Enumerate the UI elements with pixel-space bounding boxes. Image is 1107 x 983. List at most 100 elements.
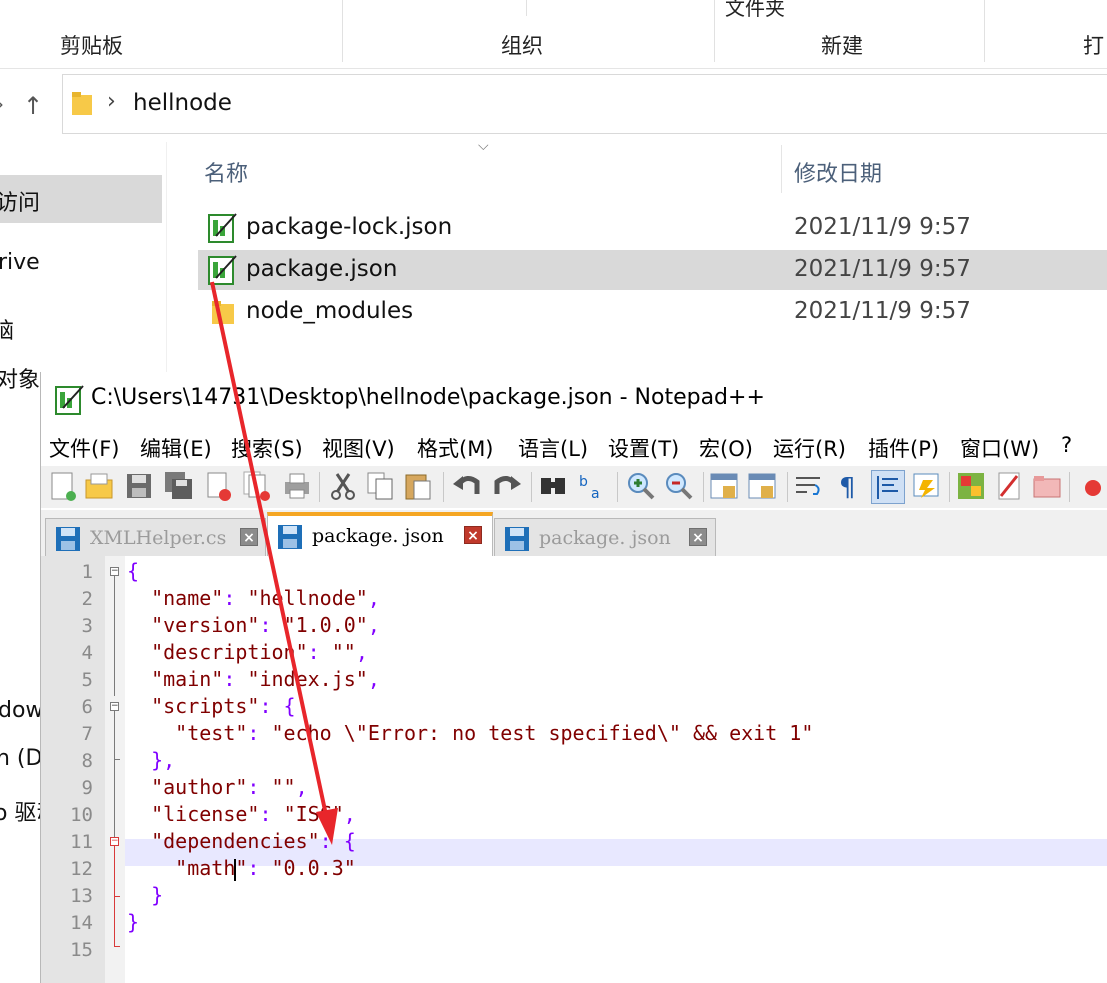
copy-icon[interactable]: [365, 470, 397, 502]
tab-xmlhelper[interactable]: XMLHelper.cs ×: [45, 518, 266, 556]
file-name: package.json: [246, 256, 398, 282]
toolbar-separator: [949, 472, 950, 502]
fold-end: [114, 946, 120, 947]
menu-settings[interactable]: 设置(T): [608, 433, 679, 463]
code-line: "description": "",: [151, 640, 368, 664]
menu-format[interactable]: 格式(M): [417, 433, 494, 463]
code-line: }: [151, 883, 164, 907]
toolbar-separator: [703, 472, 704, 502]
nav-item-onedrive[interactable]: rive: [0, 250, 40, 275]
folder-workspace-icon[interactable]: [1031, 470, 1063, 502]
code-line: "author": "",: [151, 775, 308, 799]
undo-icon[interactable]: [451, 470, 483, 502]
sync-horizontal-icon[interactable]: [747, 470, 779, 502]
document-map-icon[interactable]: [955, 470, 987, 502]
fold-toggle-icon[interactable]: −: [110, 702, 119, 711]
menu-macro[interactable]: 宏(O): [699, 433, 753, 463]
ribbon-group-new: 新建: [821, 34, 863, 58]
window-titlebar[interactable]: C:\Users\14731\Desktop\hellnode\package.…: [41, 372, 1107, 428]
redo-icon[interactable]: [491, 470, 523, 502]
close-tab-icon[interactable]: ×: [464, 526, 482, 544]
menu-view[interactable]: 视图(V): [322, 433, 395, 463]
sort-chevron-icon[interactable]: ⌵: [478, 138, 489, 154]
column-header-modified[interactable]: 修改日期: [794, 156, 882, 188]
save-all-icon[interactable]: [163, 470, 195, 502]
menu-window[interactable]: 窗口(W): [960, 433, 1039, 463]
replace-icon[interactable]: ba: [577, 470, 609, 502]
zoom-out-icon[interactable]: [663, 470, 695, 502]
nav-item-quick-access[interactable]: 访问: [0, 185, 40, 217]
ribbon-divider: [342, 0, 343, 62]
indent-guide-icon[interactable]: [871, 470, 905, 504]
nav-item-3d-objects[interactable]: 对象: [0, 362, 40, 394]
line-number: 5: [81, 669, 93, 691]
record-macro-icon[interactable]: [1077, 470, 1107, 502]
code-line: "version": "1.0.0",: [151, 613, 380, 637]
user-language-icon[interactable]: [911, 470, 943, 502]
menu-run[interactable]: 运行(R): [773, 433, 846, 463]
function-list-icon[interactable]: [993, 470, 1025, 502]
close-tab-icon[interactable]: ×: [689, 528, 707, 546]
close-file-icon[interactable]: [203, 470, 235, 502]
file-row[interactable]: node_modules 2021/11/9 9:57: [198, 292, 1107, 332]
menu-help[interactable]: ?: [1061, 433, 1072, 457]
fold-line: [114, 711, 115, 837]
column-header-name[interactable]: 名称: [204, 156, 248, 188]
code-line: "main": "index.js",: [151, 667, 380, 691]
line-number: 7: [81, 723, 93, 745]
file-row[interactable]: package-lock.json 2021/11/9 9:57: [198, 208, 1107, 248]
new-file-icon[interactable]: [47, 470, 79, 502]
zoom-in-icon[interactable]: [625, 470, 657, 502]
find-icon[interactable]: [537, 470, 569, 502]
line-number: 6: [81, 696, 93, 718]
line-number: 1: [81, 561, 93, 583]
close-all-icon[interactable]: [241, 470, 273, 502]
back-chevron-icon[interactable]: ›: [0, 92, 4, 116]
line-number: 9: [81, 777, 93, 799]
save-icon[interactable]: [123, 470, 155, 502]
toolbar-separator: [617, 472, 618, 502]
ribbon-divider: [984, 0, 985, 62]
print-icon[interactable]: [281, 470, 313, 502]
tab-bar: XMLHelper.cs × package. json × package. …: [41, 510, 1107, 557]
menu-language[interactable]: 语言(L): [518, 433, 588, 463]
menu-file[interactable]: 文件(F): [49, 433, 119, 463]
close-tab-icon[interactable]: ×: [240, 528, 258, 546]
up-arrow-icon[interactable]: ↑: [23, 92, 43, 120]
ribbon-divider: [526, 0, 527, 16]
tab-package-json-active[interactable]: package. json ×: [267, 512, 493, 556]
tab-label: XMLHelper.cs: [90, 527, 227, 549]
breadcrumb-folder[interactable]: hellnode: [133, 90, 232, 116]
nav-item-this-pc[interactable]: 脑: [0, 313, 14, 345]
fold-toggle-icon[interactable]: −: [110, 837, 119, 846]
tab-label: package. json: [539, 527, 671, 549]
word-wrap-icon[interactable]: [793, 470, 825, 502]
menu-edit[interactable]: 编辑(E): [140, 433, 212, 463]
address-bar[interactable]: › hellnode: [62, 74, 1107, 134]
menu-search[interactable]: 搜索(S): [231, 433, 303, 463]
nav-item-windows[interactable]: dow: [0, 698, 43, 723]
line-number: 2: [81, 588, 93, 610]
file-row-selected[interactable]: package.json 2021/11/9 9:57: [198, 250, 1107, 290]
code-editor[interactable]: 1 2 3 4 5 6 7 8 9 10 11 12 13 14 15 − − …: [41, 556, 1107, 983]
breadcrumb-chevron-icon[interactable]: ›: [107, 89, 116, 114]
sync-vertical-icon[interactable]: [709, 470, 741, 502]
notepad-json-icon: [208, 255, 237, 285]
code-line: },: [151, 748, 176, 772]
ribbon: 文件夹 剪贴板 组织 新建 打: [0, 0, 1107, 69]
file-name: node_modules: [246, 298, 414, 324]
code-line: "test": "echo \"Error: no test specified…: [175, 721, 814, 745]
ribbon-folder-label[interactable]: 文件夹: [725, 0, 785, 21]
code-line: }: [127, 910, 140, 934]
show-all-chars-icon[interactable]: ¶: [833, 470, 865, 502]
fold-toggle-icon[interactable]: −: [110, 567, 119, 576]
cut-icon[interactable]: [327, 470, 359, 502]
open-file-icon[interactable]: [83, 470, 115, 502]
paste-icon[interactable]: [403, 470, 435, 502]
folder-icon: [72, 92, 92, 115]
tab-package-json[interactable]: package. json ×: [494, 518, 716, 556]
line-number: 11: [70, 831, 93, 853]
menu-plugins[interactable]: 插件(P): [868, 433, 939, 463]
code-line: "dependencies": {: [151, 829, 356, 853]
column-divider[interactable]: [781, 145, 782, 193]
